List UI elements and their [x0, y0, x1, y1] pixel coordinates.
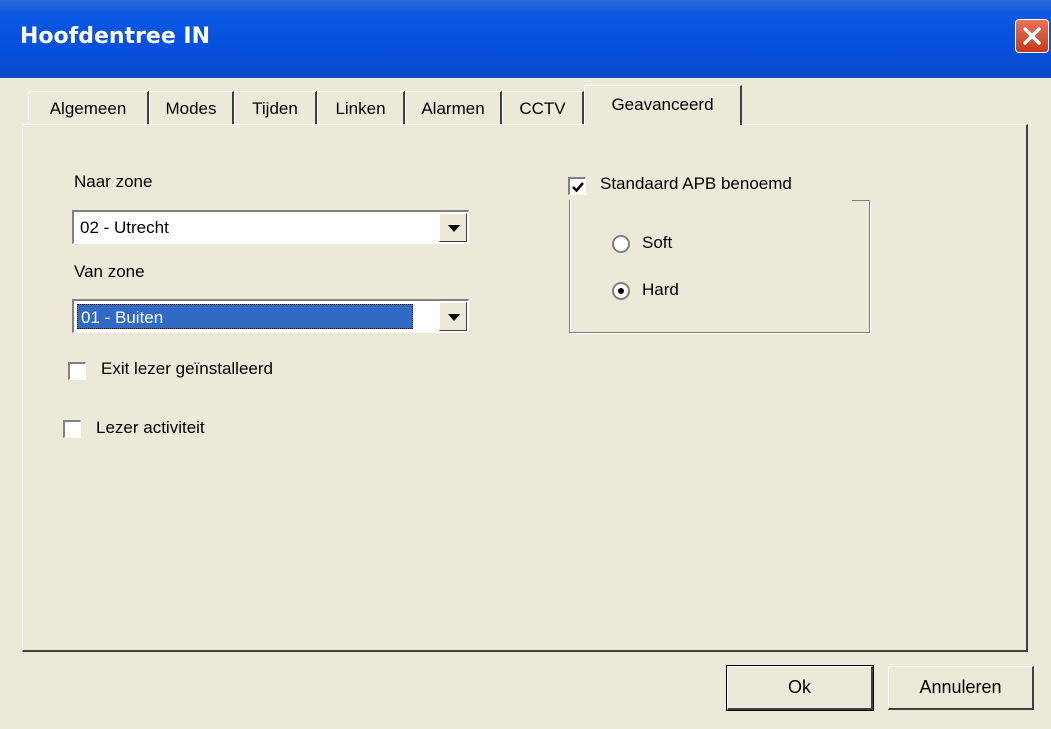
- close-icon: [1023, 27, 1041, 45]
- van-zone-dropdown[interactable]: 01 - Buiten: [72, 299, 469, 333]
- title-bar[interactable]: Hoofdentree IN: [0, 0, 1051, 78]
- ok-button[interactable]: Ok: [726, 665, 874, 711]
- tab-algemeen[interactable]: Algemeen: [28, 91, 149, 125]
- tab-label: Modes: [165, 99, 217, 118]
- apb-hard-label: Hard: [642, 280, 679, 299]
- apb-checkbox[interactable]: [568, 177, 586, 195]
- chevron-down-icon: [448, 225, 460, 232]
- tab-label: Linken: [335, 99, 386, 118]
- tab-cctv[interactable]: CCTV: [502, 91, 584, 125]
- apb-soft-label: Soft: [642, 233, 673, 252]
- close-button[interactable]: [1015, 19, 1049, 53]
- radio-selected-dot: [618, 288, 624, 294]
- apb-soft-radio[interactable]: [612, 235, 630, 253]
- tab-label: Algemeen: [49, 99, 127, 118]
- tab-label: CCTV: [519, 99, 566, 118]
- apb-hard-radio[interactable]: [612, 282, 630, 300]
- chevron-down-icon: [448, 314, 460, 321]
- tab-panel-geavanceerd: [22, 124, 1028, 652]
- tab-linken[interactable]: Linken: [317, 91, 405, 125]
- tab-strip: Algemeen Modes Tijden Linken Alarmen CCT…: [28, 85, 1028, 125]
- apb-groupbox: [569, 200, 870, 333]
- reader-activity-checkbox[interactable]: [63, 420, 81, 438]
- naar-zone-value: 02 - Utrecht: [80, 218, 169, 237]
- groupbox-border: [569, 200, 570, 201]
- tab-label: Geavanceerd: [611, 95, 714, 114]
- checkmark-icon: [572, 182, 584, 193]
- naar-zone-label: Naar zone: [74, 172, 153, 191]
- tab-label: Tijden: [252, 99, 298, 118]
- window-title: Hoofdentree IN: [20, 24, 211, 49]
- reader-activity-label: Lezer activiteit: [96, 418, 205, 437]
- apb-label: Standaard APB benoemd: [600, 174, 796, 194]
- van-zone-value: 01 - Buiten: [77, 304, 413, 329]
- van-zone-dropdown-button[interactable]: [439, 302, 467, 331]
- naar-zone-dropdown[interactable]: 02 - Utrecht: [72, 210, 469, 244]
- tab-alarmen[interactable]: Alarmen: [405, 91, 502, 125]
- groupbox-border: [852, 200, 870, 201]
- exit-reader-checkbox[interactable]: [68, 362, 86, 380]
- tab-modes[interactable]: Modes: [149, 91, 234, 125]
- exit-reader-label: Exit lezer geïnstalleerd: [101, 359, 273, 378]
- tab-label: Alarmen: [421, 99, 485, 118]
- tab-geavanceerd[interactable]: Geavanceerd: [584, 85, 742, 125]
- van-zone-label: Van zone: [74, 262, 145, 281]
- cancel-button[interactable]: Annuleren: [888, 666, 1034, 710]
- tab-tijden[interactable]: Tijden: [234, 91, 317, 125]
- naar-zone-dropdown-button[interactable]: [439, 213, 467, 242]
